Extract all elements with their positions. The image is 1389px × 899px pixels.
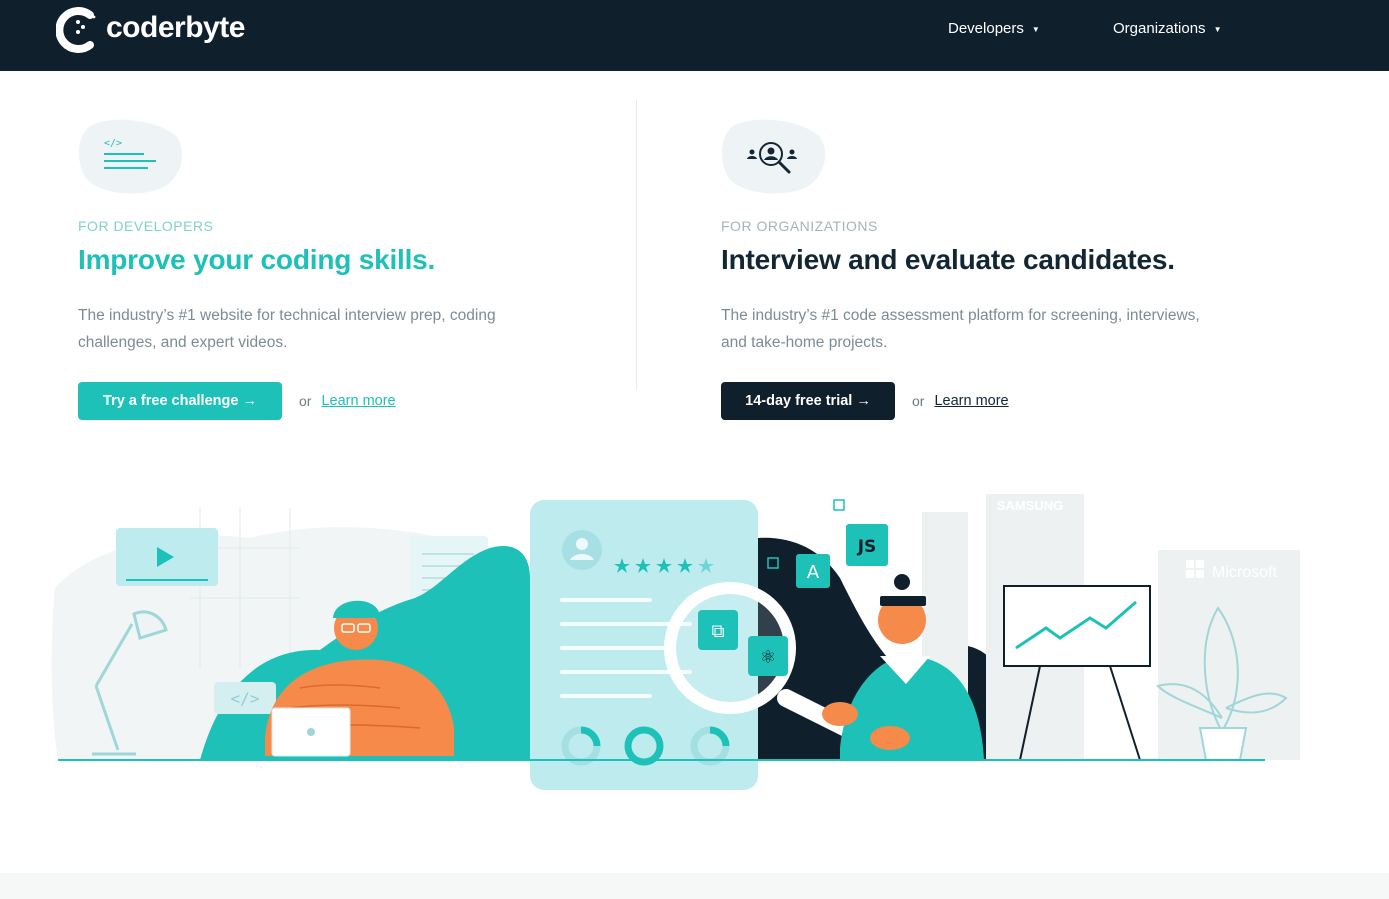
or-text: or [299, 393, 312, 409]
nav-developers-label: Developers [948, 20, 1024, 37]
developers-eyebrow: FOR DEVELOPERS [78, 218, 214, 234]
footer-band [0, 873, 1389, 899]
column-divider [636, 100, 637, 390]
organizations-headline: Interview and evaluate candidates. [721, 244, 1175, 275]
developers-actions: Try a free challenge → or Learn more [78, 382, 396, 420]
logo-text: coderbyte [106, 11, 245, 44]
developers-learn-more-link[interactable]: Learn more [321, 393, 395, 409]
caret-down-icon: ▼ [1213, 25, 1222, 34]
organizations-learn-more-link[interactable]: Learn more [934, 393, 1008, 409]
svg-text:</>: </> [104, 138, 122, 149]
candidate-search-icon [721, 119, 826, 194]
organizations-eyebrow: FOR ORGANIZATIONS [721, 218, 878, 234]
coderbyte-logo-icon [56, 7, 96, 53]
nav-developers[interactable]: Developers ▼ [948, 20, 1040, 37]
nav-organizations[interactable]: Organizations ▼ [1113, 20, 1221, 37]
react-icon: ⚛ [760, 647, 776, 668]
coderbyte-logo[interactable]: coderbyte [56, 5, 245, 55]
samsung-logo-text: SAMSUNG [997, 498, 1063, 513]
nav-organizations-label: Organizations [1113, 20, 1206, 37]
python-icon: ⧉ [712, 621, 725, 642]
or-text: or [912, 393, 925, 409]
hero-illustration: CS </> [51, 494, 1300, 790]
organizations-description: The industry’s #1 code assessment platfo… [721, 307, 1200, 351]
try-free-challenge-button[interactable]: Try a free challenge → [78, 382, 282, 420]
microsoft-logo-text: Microsoft [1212, 564, 1277, 581]
video-player-icon [116, 528, 218, 586]
code-tag-badge: </> [231, 689, 260, 708]
developers-headline: Improve your coding skills. [78, 244, 436, 275]
developers-description: The industry’s #1 website for technical … [78, 307, 496, 351]
free-trial-button[interactable]: 14-day free trial → [721, 382, 895, 420]
organizations-actions: 14-day free trial → or Learn more [721, 382, 1009, 420]
microsoft-logo-icon: Microsoft [1186, 560, 1277, 581]
code-lines-icon: </> [78, 119, 183, 194]
top-navigation-bar: coderbyte Developers ▼ Organizations ▼ [0, 0, 1389, 71]
javascript-badge: JS [857, 537, 877, 557]
angular-icon: A [807, 562, 820, 583]
caret-down-icon: ▼ [1031, 25, 1040, 34]
